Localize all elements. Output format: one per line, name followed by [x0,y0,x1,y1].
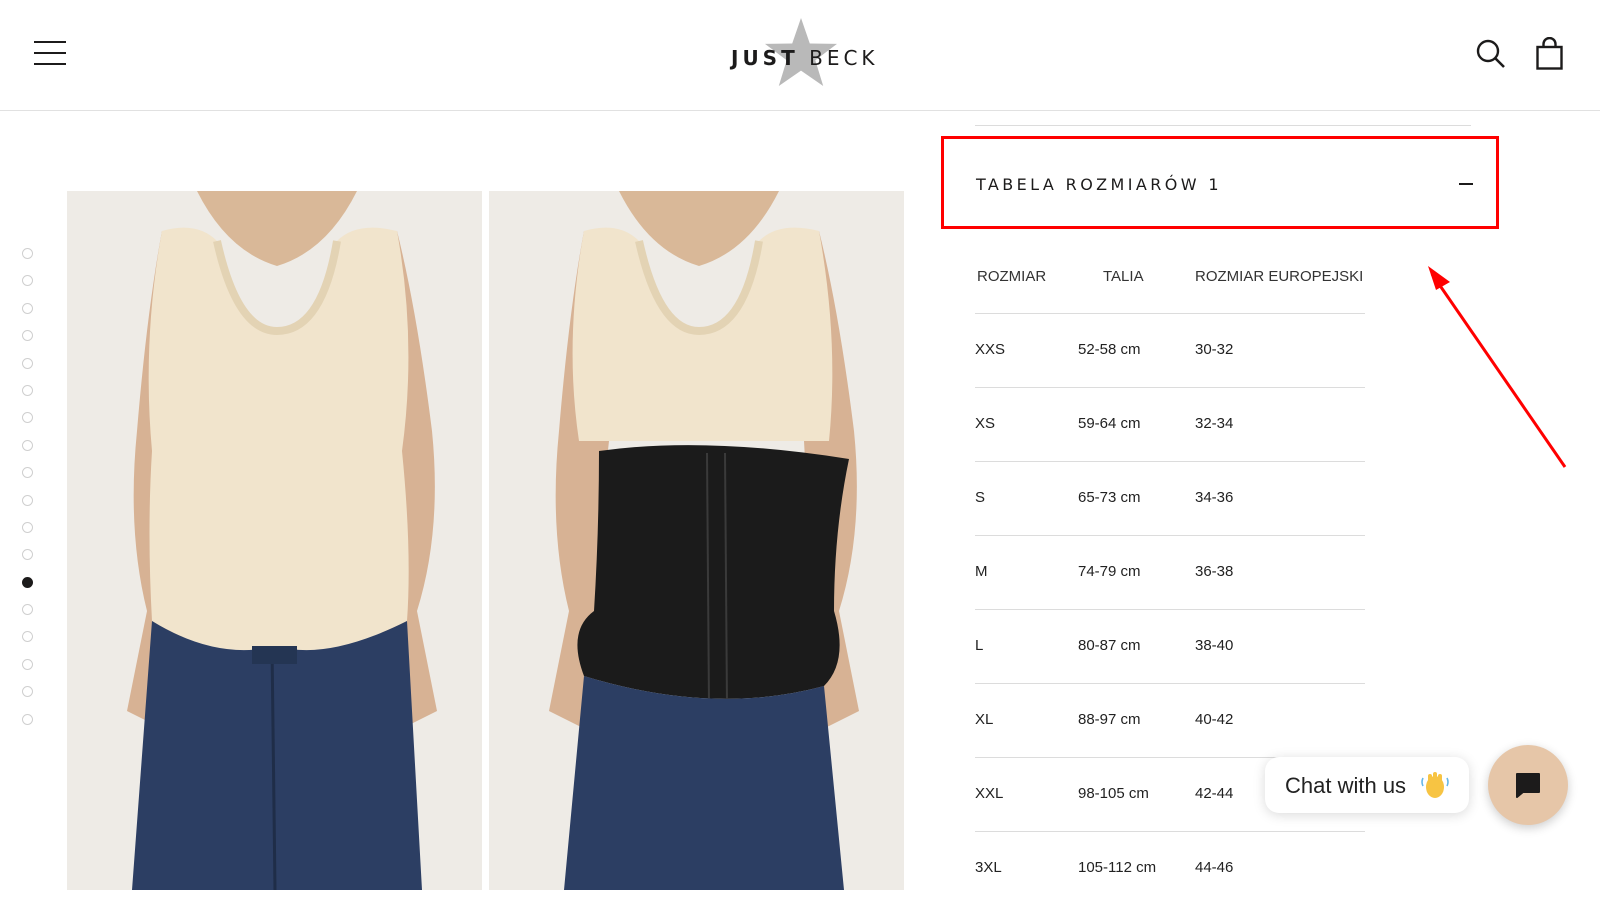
gallery-dot-active[interactable] [22,576,33,588]
section-divider [975,125,1471,126]
table-row: L 80-87 cm 38-40 [975,610,1365,684]
gallery-dot[interactable] [22,330,33,342]
site-logo[interactable]: JUST BECK [725,16,875,92]
cell-waist: 74-79 cm [1078,563,1141,580]
cell-size: 3XL [975,859,1002,876]
gallery-dot[interactable] [22,686,33,698]
cell-waist: 59-64 cm [1078,415,1141,432]
gallery-dot[interactable] [22,549,33,561]
cell-waist: 65-73 cm [1078,489,1141,506]
gallery-dot[interactable] [22,631,33,643]
minus-icon[interactable] [1459,183,1473,185]
column-header-size: ROZMIAR [977,268,1047,285]
cell-eu-size: 36-38 [1195,563,1234,580]
cell-waist: 105-112 cm [1078,859,1157,876]
chat-greeting-text: Chat with us [1285,773,1407,798]
site-header: JUST BECK [0,0,1600,111]
gallery-dot[interactable] [22,604,33,616]
cell-waist: 88-97 cm [1078,711,1141,728]
cell-size: XXS [975,341,1006,358]
product-image-after[interactable] [489,191,904,890]
logo-text-bold: JUST [731,46,799,70]
cell-size: L [975,637,984,654]
cell-size: XL [975,711,994,728]
gallery-dot[interactable] [22,494,33,506]
cell-waist: 52-58 cm [1078,341,1141,358]
cell-waist: 98-105 cm [1078,785,1149,802]
gallery-dot[interactable] [22,384,33,396]
cell-eu-size: 34-36 [1195,489,1234,506]
cell-size: XXL [975,785,1004,802]
table-row: S 65-73 cm 34-36 [975,462,1365,536]
gallery-dot[interactable] [22,357,33,369]
cell-eu-size: 32-34 [1195,415,1234,432]
table-row: XL 88-97 cm 40-42 [975,684,1365,758]
chat-greeting-bubble[interactable]: Chat with us [1265,757,1469,813]
gallery-dot[interactable] [22,412,33,424]
table-row: XS 59-64 cm 32-34 [975,388,1365,462]
chat-launcher-button[interactable] [1488,745,1568,825]
gallery-dot[interactable] [22,658,33,670]
table-row: 3XL 105-112 cm 44-46 [975,832,1365,905]
gallery-dot[interactable] [22,467,33,479]
gallery-dot[interactable] [22,275,33,287]
chat-bubble-icon [1516,773,1540,798]
waving-hand-icon [1421,772,1449,798]
cell-eu-size: 42-44 [1195,785,1234,802]
size-chart-accordion-header[interactable]: TABELA ROZMIARÓW 1 [941,136,1499,229]
cell-eu-size: 44-46 [1195,859,1234,876]
shopping-bag-icon[interactable] [1536,37,1563,70]
cell-size: XS [975,415,996,432]
table-row: M 74-79 cm 36-38 [975,536,1365,610]
logo-text-light: BECK [809,46,879,70]
gallery-dot[interactable] [22,713,33,725]
cell-waist: 80-87 cm [1078,637,1141,654]
cell-size: S [975,489,986,506]
cell-eu-size: 40-42 [1195,711,1234,728]
accordion-title: TABELA ROZMIARÓW 1 [976,175,1223,194]
table-row: XXS 52-58 cm 30-32 [975,314,1365,388]
cell-eu-size: 30-32 [1195,341,1234,358]
gallery-dot[interactable] [22,521,33,533]
gallery-dot[interactable] [22,439,33,451]
cell-size: M [975,563,988,580]
red-arrow-icon [1428,266,1567,468]
product-image-before[interactable] [67,191,482,890]
table-header-row: ROZMIAR TALIA ROZMIAR EUROPEJSKI [975,248,1365,314]
gallery-dot[interactable] [22,302,33,314]
column-header-eu-size: ROZMIAR EUROPEJSKI [1195,268,1364,285]
logo-text: JUST BECK [731,46,879,70]
search-icon[interactable] [1476,39,1506,69]
gallery-pagination [22,248,33,741]
gallery-dot[interactable] [22,248,33,259]
cell-eu-size: 38-40 [1195,637,1234,654]
column-header-waist: TALIA [1103,268,1144,285]
hamburger-icon[interactable] [34,41,66,65]
